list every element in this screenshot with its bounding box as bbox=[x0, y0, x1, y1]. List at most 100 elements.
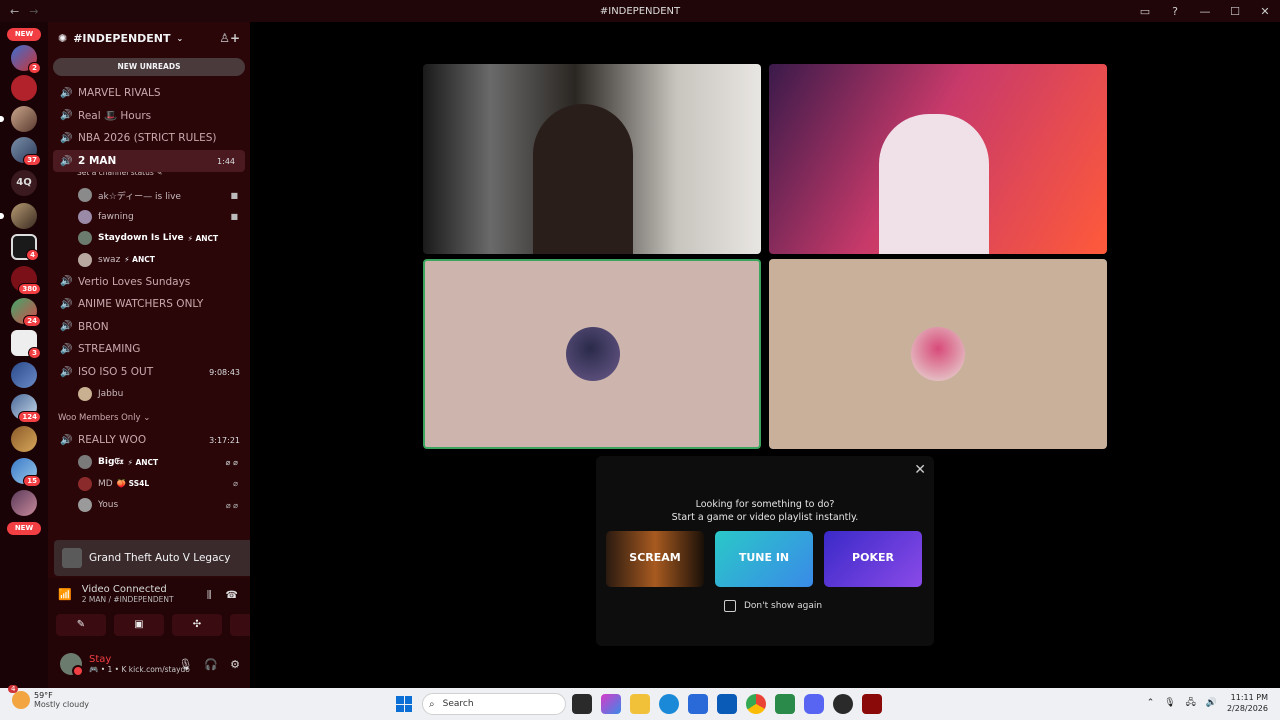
start-button[interactable] bbox=[396, 696, 412, 712]
channel-marvel-rivals[interactable]: 🔊 MARVEL RIVALS bbox=[48, 82, 250, 105]
guild-icon[interactable]: 15 bbox=[11, 458, 41, 487]
channel-anime[interactable]: 🔊 ANIME WATCHERS ONLY bbox=[48, 293, 250, 316]
ms-store-icon[interactable] bbox=[688, 694, 708, 714]
guild-icon[interactable] bbox=[0, 203, 37, 229]
guild-icon[interactable]: 380 bbox=[11, 266, 41, 295]
voice-member[interactable]: Staydown Is Live ⚡ ANCT bbox=[48, 227, 250, 249]
channel-streaming[interactable]: 🔊 STREAMING bbox=[48, 338, 250, 361]
chevron-up-icon[interactable]: ⌃ bbox=[1147, 698, 1155, 708]
channel-vertio[interactable]: 🔊 Vertio Loves Sundays bbox=[48, 270, 250, 293]
server-header[interactable]: ✺ #INDEPENDENT ⌄ ♙+ bbox=[48, 22, 250, 54]
voice-member[interactable]: ak☆ディー— is live ■ bbox=[48, 184, 250, 206]
clock-date: 2/28/2026 bbox=[1226, 704, 1268, 713]
taskview-icon[interactable] bbox=[572, 694, 592, 714]
channel-really-woo[interactable]: 🔊 REALLY WOO 3:17:21 bbox=[48, 429, 250, 452]
clock-time: 11:11 PM bbox=[1230, 693, 1268, 702]
camera-off-button[interactable]: ✎ bbox=[56, 614, 106, 636]
video-tile[interactable] bbox=[769, 259, 1107, 449]
guild-icon[interactable] bbox=[11, 426, 37, 452]
disconnect-icon[interactable]: ☎ bbox=[226, 590, 238, 601]
speaker-icon: 🔊 bbox=[60, 434, 73, 446]
guild-icon[interactable] bbox=[11, 490, 37, 516]
new-unreads-button[interactable]: NEW UNREADS bbox=[53, 58, 245, 76]
minimize-button[interactable]: — bbox=[1190, 5, 1220, 18]
guild-icon[interactable] bbox=[0, 106, 37, 132]
user-info[interactable]: Stay 🎮 • 1 • K kick.com/staydo bbox=[89, 654, 190, 674]
title-bar: ← → #INDEPENDENT ▭ ? — ☐ ✕ bbox=[0, 0, 1280, 22]
activity-card-poker[interactable]: POKER bbox=[824, 531, 922, 587]
guild-icon[interactable]: 37 bbox=[11, 137, 41, 166]
acrobat-icon[interactable] bbox=[862, 694, 882, 714]
voice-member[interactable]: Jabbu bbox=[48, 383, 250, 405]
noise-suppression-icon[interactable]: ⫼ bbox=[207, 590, 212, 601]
avatar[interactable] bbox=[60, 653, 84, 677]
video-tile-speaking[interactable] bbox=[423, 259, 761, 449]
discord-icon[interactable] bbox=[804, 694, 824, 714]
voice-status-text[interactable]: Video Connected bbox=[82, 584, 174, 595]
volume-icon[interactable]: 🔊 bbox=[1206, 698, 1217, 708]
activity-card-scream[interactable]: SCREAM bbox=[606, 531, 704, 587]
guild-badge: 380 bbox=[18, 283, 41, 295]
member-name: fawning bbox=[98, 211, 134, 222]
video-tile[interactable] bbox=[769, 64, 1107, 254]
username: Stay bbox=[89, 654, 112, 665]
voice-member[interactable]: MD 🍑 SS4L ⌀ bbox=[48, 473, 250, 495]
voice-member[interactable]: swaz ⚡ ANCT bbox=[48, 249, 250, 271]
clock[interactable]: 11:11 PM 2/28/2026 bbox=[1227, 692, 1268, 714]
voice-location[interactable]: 2 MAN / #INDEPENDENT bbox=[82, 595, 174, 604]
maximize-button[interactable]: ☐ bbox=[1220, 5, 1250, 18]
channel-real-hours[interactable]: 🔊 Real 🎩 Hours bbox=[48, 105, 250, 128]
guild-4q-label: 4Q bbox=[16, 177, 32, 188]
close-button[interactable]: ✕ bbox=[1250, 5, 1280, 18]
voice-member[interactable]: fawning ■ bbox=[48, 206, 250, 228]
search-input[interactable]: ⌕ Search bbox=[422, 693, 566, 715]
avatar bbox=[78, 387, 92, 402]
channel-bron[interactable]: 🔊 BRON bbox=[48, 316, 250, 339]
screen-share-button[interactable]: ▣ bbox=[114, 614, 164, 636]
guild-icon[interactable]: 4 bbox=[11, 234, 39, 261]
speaker-icon: 🔊 bbox=[60, 366, 73, 378]
guild-4q[interactable]: 4Q bbox=[11, 170, 37, 196]
add-member-icon[interactable]: ♙+ bbox=[219, 31, 240, 45]
guild-icon[interactable]: 24 bbox=[11, 298, 41, 327]
guild-icon[interactable]: 2 bbox=[11, 45, 41, 74]
system-tray: ⌃ 🎙 🖧 🔊 11:11 PM 2/28/2026 bbox=[1147, 692, 1268, 714]
checkbox[interactable] bbox=[724, 600, 736, 612]
channel-timer: 1:44 bbox=[217, 156, 235, 166]
network-icon[interactable]: 🖧 bbox=[1186, 695, 1196, 711]
member-name: Staydown Is Live bbox=[98, 233, 184, 244]
category-woo[interactable]: Woo Members Only ⌄ bbox=[48, 407, 250, 429]
folder-icon[interactable] bbox=[630, 694, 650, 714]
card-label: POKER bbox=[852, 551, 894, 564]
dont-show-again[interactable]: Don't show again bbox=[724, 600, 822, 612]
guild-badge: 4 bbox=[26, 249, 39, 261]
guild-icon[interactable]: 3 bbox=[11, 330, 41, 359]
guild-icon[interactable] bbox=[11, 362, 37, 388]
store-icon[interactable] bbox=[601, 694, 621, 714]
guild-icon[interactable] bbox=[11, 75, 37, 101]
voice-member[interactable]: Big𝔈𝔵 ⚡ ANCT ⌀ ⌀ bbox=[48, 451, 250, 473]
close-icon[interactable]: ✕ bbox=[914, 462, 926, 478]
channel-nba-2026[interactable]: 🔊 NBA 2026 (STRICT RULES) bbox=[48, 127, 250, 150]
gear-icon[interactable]: ⚙ bbox=[230, 658, 240, 671]
voice-member[interactable]: Yous ⌀ ⌀ bbox=[48, 494, 250, 516]
help-icon[interactable]: ? bbox=[1160, 5, 1190, 18]
channel-iso[interactable]: 🔊 ISO ISO 5 OUT 9:08:43 bbox=[48, 361, 250, 384]
weather-widget[interactable]: 4 59°F Mostly cloudy bbox=[8, 685, 89, 709]
headphones-icon[interactable]: 🎧 bbox=[204, 658, 218, 671]
avatar bbox=[78, 188, 92, 203]
edge-icon[interactable] bbox=[659, 694, 679, 714]
channel-2-man[interactable]: 🔊 2 MAN 1:44 bbox=[53, 149, 245, 173]
mic-icon[interactable]: 🎙 bbox=[178, 658, 192, 671]
app-icon[interactable] bbox=[833, 694, 853, 714]
activity-card-tunein[interactable]: TUNE IN bbox=[715, 531, 813, 587]
outlook-icon[interactable] bbox=[717, 694, 737, 714]
member-tag: ⚡ ANCT bbox=[127, 457, 159, 467]
guild-icon[interactable]: 124 bbox=[11, 394, 41, 423]
mic-tray-icon[interactable]: 🎙 bbox=[1164, 698, 1175, 708]
chrome-icon[interactable] bbox=[746, 694, 766, 714]
video-tile[interactable] bbox=[423, 64, 761, 254]
activities-button[interactable]: ✣ bbox=[172, 614, 222, 636]
game-bar-icon[interactable] bbox=[775, 694, 795, 714]
inbox-icon[interactable]: ▭ bbox=[1130, 5, 1160, 18]
